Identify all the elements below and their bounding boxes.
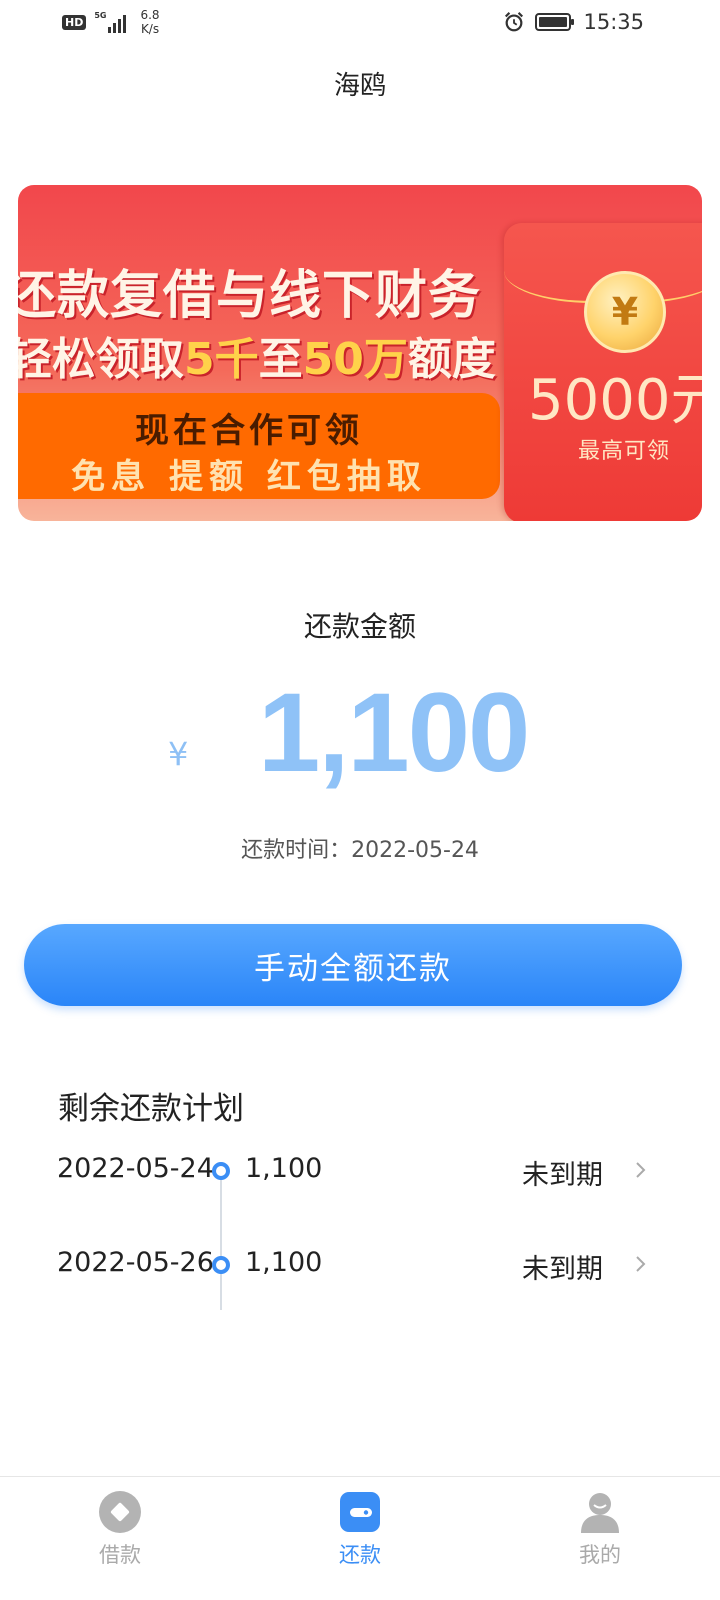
nav-item-repay[interactable]: 还款 <box>240 1477 480 1600</box>
due-date-row: 还款时间：2022-05-24 <box>0 832 720 864</box>
coin-icon: ¥ <box>584 271 666 353</box>
banner-subheadline: 轻松领取5千至50万额度 <box>18 323 496 387</box>
plan-row[interactable]: 2022-05-24 1,100 未到期 <box>0 1146 720 1196</box>
repayment-amount-label: 还款金额 <box>303 610 416 643</box>
hd-badge: HD <box>62 14 87 30</box>
plan-date: 2022-05-26 <box>57 1247 214 1278</box>
nav-item-profile[interactable]: 我的 <box>480 1477 720 1600</box>
nav-label-loan: 借款 <box>99 1543 141 1567</box>
plan-status: 未到期 <box>522 1254 603 1285</box>
status-bar: HD 5G 6.8 K/s 15:35 <box>0 0 720 50</box>
timeline-dot-icon <box>212 1162 230 1180</box>
banner-headline: 还款复借与线下财务 <box>18 266 482 326</box>
plan-row[interactable]: 2022-05-26 1,100 未到期 <box>0 1240 720 1290</box>
plan-amount: 1,100 <box>245 1153 323 1184</box>
speed-unit: K/s <box>140 22 160 36</box>
speed-value: 6.8 <box>140 8 160 22</box>
chevron-right-icon[interactable] <box>630 1158 650 1182</box>
plan-amount: 1,100 <box>245 1247 323 1278</box>
bottom-nav: 借款 还款 我的 <box>0 1476 720 1600</box>
repayment-amount: 1,100 <box>258 670 530 795</box>
plan-title: 剩余还款计划 <box>58 1091 244 1127</box>
nav-label-profile: 我的 <box>579 1543 621 1567</box>
alarm-icon <box>505 12 524 32</box>
timeline-dot-icon <box>212 1256 230 1274</box>
battery-icon <box>535 13 575 31</box>
network-label: 5G <box>94 11 107 20</box>
status-right: 15:35 <box>503 10 644 34</box>
profile-icon <box>581 1493 619 1533</box>
banner-offer-box: 现在合作可领 免息 提额 红包抽取 <box>18 393 500 499</box>
banner-line2-hl1: 5千 <box>184 334 259 385</box>
plan-status: 未到期 <box>522 1160 603 1191</box>
network-speed: 6.8 K/s <box>140 8 159 36</box>
plan-date: 2022-05-24 <box>57 1153 214 1184</box>
due-date-label: 还款时间： <box>241 838 352 863</box>
banner-line2-pre: 轻松领取 <box>18 334 184 385</box>
loan-icon <box>99 1491 141 1533</box>
banner-line2-post: 额度 <box>407 334 496 385</box>
banner-offer-title: 现在合作可领 <box>135 411 363 451</box>
nav-label-repay: 还款 <box>339 1543 381 1567</box>
envelope-amount: 5000元 <box>528 368 702 433</box>
banner-line2-mid: 至 <box>258 334 303 385</box>
wallet-icon <box>340 1492 380 1532</box>
status-time: 15:35 <box>583 10 644 34</box>
red-envelope-icon: ¥ 5000元 最高可领 <box>504 223 702 521</box>
page-title: 海鸥 <box>333 71 386 101</box>
nav-item-loan[interactable]: 借款 <box>0 1477 240 1600</box>
envelope-caption: 最高可领 <box>578 439 671 464</box>
currency-symbol: ¥ <box>168 735 189 773</box>
promo-banner[interactable]: 还款复借与线下财务 轻松领取5千至50万额度 现在合作可领 免息 提额 红包抽取… <box>18 185 702 521</box>
status-left: HD 5G 6.8 K/s <box>62 8 160 36</box>
full-repay-button[interactable]: 手动全额还款 <box>24 924 682 1006</box>
due-date-value: 2022-05-24 <box>351 838 479 863</box>
banner-line2-hl2: 50万 <box>302 334 408 385</box>
chevron-right-icon[interactable] <box>630 1252 650 1276</box>
signal-icon: 5G <box>94 11 128 33</box>
banner-offer-perks: 免息 提额 红包抽取 <box>71 457 427 497</box>
